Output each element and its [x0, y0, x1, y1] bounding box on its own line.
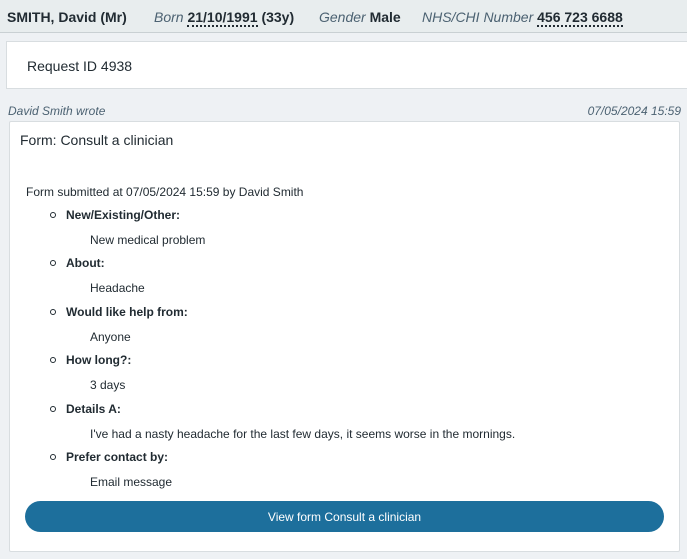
bullet-icon	[50, 406, 56, 412]
field-question: How long?:	[66, 353, 132, 367]
bullet-icon	[50, 260, 56, 266]
nhs-number[interactable]: 456 723 6688	[537, 9, 623, 27]
message-card: Form: Consult a clinician Form submitted…	[9, 121, 680, 552]
dob-group: Born 21/10/1991 (33y)	[154, 9, 295, 27]
bullet-icon	[50, 309, 56, 315]
field-answer: Anyone	[90, 330, 131, 344]
nhs-label: NHS/CHI Number	[422, 9, 534, 25]
request-card: Request ID 4938	[6, 41, 687, 89]
gender-label: Gender	[319, 9, 366, 25]
gender-group: Gender Male	[319, 9, 401, 25]
nhs-group: NHS/CHI Number 456 723 6688	[422, 9, 623, 27]
patient-name: SMITH, David (Mr)	[7, 9, 127, 25]
bullet-icon	[50, 454, 56, 460]
form-title: Form: Consult a clinician	[20, 132, 174, 148]
dob-label: Born	[154, 9, 184, 25]
field-question: Would like help from:	[66, 305, 188, 319]
field-answer: Email message	[90, 475, 173, 489]
request-id: Request ID 4938	[27, 58, 133, 74]
field-answer: I've had a nasty headache for the last f…	[90, 427, 516, 441]
bullet-icon	[50, 357, 56, 363]
field-answer: 3 days	[90, 378, 126, 392]
field-answer: Headache	[90, 281, 145, 295]
view-form-button[interactable]: View form Consult a clinician	[25, 501, 664, 532]
field-question: Prefer contact by:	[66, 450, 169, 464]
field-answer: New medical problem	[90, 233, 206, 247]
form-submitted-line: Form submitted at 07/05/2024 15:59 by Da…	[26, 185, 304, 199]
message-author: David Smith wrote	[8, 104, 106, 118]
dob-value[interactable]: 21/10/1991	[187, 9, 258, 27]
field-question: About:	[66, 256, 105, 270]
message-timestamp: 07/05/2024 15:59	[587, 104, 681, 118]
age-value: (33y)	[261, 9, 295, 25]
field-question: New/Existing/Other:	[66, 208, 181, 222]
patient-banner: SMITH, David (Mr) Born 21/10/1991 (33y) …	[0, 0, 687, 33]
bullet-icon	[50, 212, 56, 218]
field-question: Details A:	[66, 402, 121, 416]
gender-value: Male	[369, 9, 401, 25]
